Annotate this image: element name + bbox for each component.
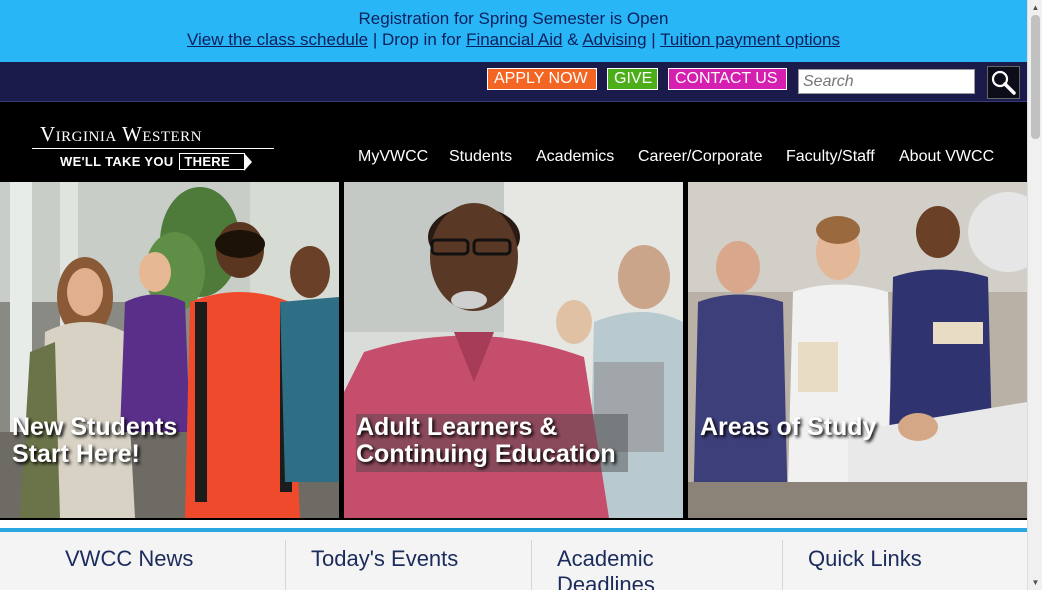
tile-label-line: New Students <box>12 413 178 441</box>
utility-bar: APPLY NOW GIVE CONTACT US <box>0 62 1027 102</box>
nav-students[interactable]: Students <box>449 148 512 166</box>
logo-tagline: WE'LL TAKE YOU THERE <box>60 153 252 171</box>
tuition-payment-link[interactable]: Tuition payment options <box>660 30 840 49</box>
heading-line: Deadlines <box>557 572 655 590</box>
search-input[interactable] <box>798 69 975 94</box>
virginia-western-logo[interactable]: Virginia Western WE'LL TAKE YOU THERE <box>32 120 274 172</box>
nav-about-vwcc[interactable]: About VWCC <box>899 148 994 166</box>
tile-label-line: Areas of Study <box>700 413 877 441</box>
scroll-down-arrow-icon[interactable]: ▼ <box>1028 575 1042 590</box>
alert-ampersand: & <box>562 30 583 49</box>
academic-deadlines-heading: Academic Deadlines <box>557 546 655 590</box>
page: Registration for Spring Semester is Open… <box>0 0 1027 590</box>
nursing-students-photo <box>688 182 1027 518</box>
alert-separator: | <box>646 30 661 49</box>
tile-label-line: Continuing Education <box>356 440 616 468</box>
quick-links-heading: Quick Links <box>808 546 922 571</box>
alert-links-row: View the class schedule | Drop in for Fi… <box>0 30 1027 50</box>
apply-now-button[interactable]: APPLY NOW <box>487 68 597 90</box>
logo-divider <box>32 148 274 149</box>
heading-line: Academic <box>557 546 654 571</box>
vwcc-news-heading: VWCC News <box>65 546 194 571</box>
tile-label-line: Start Here! <box>12 440 140 468</box>
scroll-up-arrow-icon[interactable]: ▲ <box>1028 0 1042 15</box>
nav-career-corporate[interactable]: Career/Corporate <box>638 148 763 166</box>
logo-tagline-text: WE'LL TAKE YOU <box>60 154 174 169</box>
logo-wordmark: Virginia Western <box>40 122 203 146</box>
alert-headline: Registration for Spring Semester is Open <box>358 9 669 28</box>
adult-learners-tile[interactable]: Adult Learners & Continuing Education <box>344 182 683 518</box>
tile-label-line: Adult Learners & <box>356 413 558 441</box>
nav-myvwcc[interactable]: MyVWCC <box>358 148 428 166</box>
column-divider <box>285 540 286 590</box>
tile-label: Areas of Study <box>700 414 886 441</box>
advising-link[interactable]: Advising <box>582 30 646 49</box>
new-students-tile[interactable]: New Students Start Here! <box>0 182 339 518</box>
alert-separator: | <box>368 30 382 49</box>
give-button[interactable]: GIVE <box>607 68 658 90</box>
logo-tagline-there: THERE <box>179 153 252 171</box>
site-header: Virginia Western WE'LL TAKE YOU THERE My… <box>0 102 1027 182</box>
nav-faculty-staff[interactable]: Faculty/Staff <box>786 148 875 166</box>
search-button[interactable] <box>987 66 1020 99</box>
contact-us-button[interactable]: CONTACT US <box>668 68 787 90</box>
tile-label: Adult Learners & Continuing Education <box>356 414 628 472</box>
registration-alert-banner: Registration for Spring Semester is Open… <box>0 0 1027 62</box>
column-divider <box>531 540 532 590</box>
tile-label: New Students Start Here! <box>12 414 187 468</box>
nav-academics[interactable]: Academics <box>536 148 614 166</box>
scrollbar-thumb[interactable] <box>1031 15 1040 139</box>
hero-tiles: New Students Start Here! Adult Learners … <box>0 182 1027 520</box>
drop-in-text: Drop in for <box>381 30 467 49</box>
areas-of-study-tile[interactable]: Areas of Study <box>688 182 1027 518</box>
magnifier-icon <box>991 70 1016 95</box>
info-columns: VWCC News Today's Events Academic Deadli… <box>0 532 1027 590</box>
column-divider <box>782 540 783 590</box>
financial-aid-link[interactable]: Financial Aid <box>466 30 562 49</box>
todays-events-heading: Today's Events <box>311 546 459 571</box>
vertical-scrollbar[interactable]: ▲ ▼ <box>1027 0 1042 590</box>
class-schedule-link[interactable]: View the class schedule <box>187 30 368 49</box>
